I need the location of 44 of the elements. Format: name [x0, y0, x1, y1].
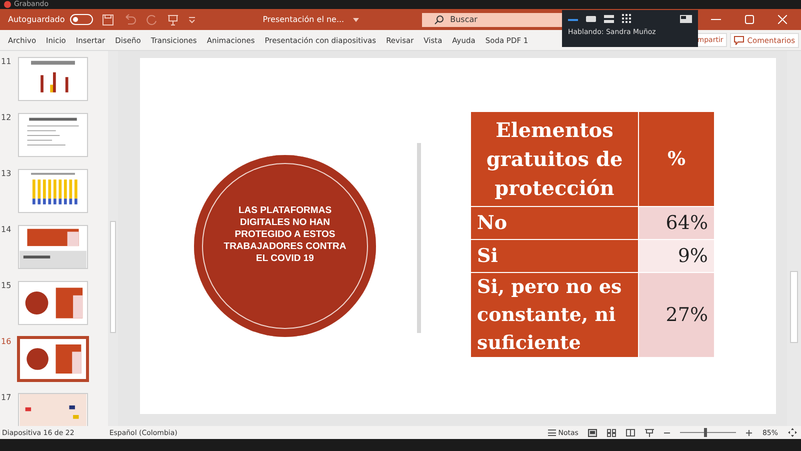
slide-number: 11 — [0, 57, 12, 66]
slide-number: 12 — [0, 113, 12, 122]
notes-icon — [548, 429, 556, 436]
zoom-out-icon[interactable] — [664, 430, 670, 436]
table-header: % — [638, 112, 714, 206]
normal-view-icon[interactable] — [588, 428, 598, 436]
customize-icon[interactable] — [188, 16, 196, 24]
table-cell: 9% — [638, 240, 714, 272]
presentation-icon[interactable] — [645, 428, 654, 436]
autosave-toggle[interactable] — [70, 14, 93, 25]
minimize-icon[interactable] — [711, 18, 721, 20]
window-layout-icon[interactable] — [680, 14, 692, 22]
compact-view-icon[interactable] — [586, 16, 596, 22]
table-cell: Si — [470, 240, 638, 272]
caret-icon[interactable] — [353, 18, 360, 22]
scrollbar[interactable] — [108, 51, 118, 426]
recording-icon — [4, 1, 11, 8]
slide-number: 13 — [0, 169, 12, 178]
document-title[interactable]: Presentación el ne... — [262, 15, 344, 24]
table-cell: Si, pero no es constante, ni suficiente — [470, 272, 638, 358]
table-cell: 64% — [638, 206, 714, 240]
table-cell: No — [470, 206, 638, 240]
slider-thumb[interactable] — [704, 428, 707, 437]
close-icon[interactable] — [778, 15, 787, 24]
book-icon[interactable] — [626, 428, 636, 436]
table-cell: 27% — [638, 272, 714, 358]
autosave-label: Autoguardado — [8, 15, 65, 24]
minimize-icon[interactable] — [568, 16, 578, 20]
table-header: Elementos gratuitos de protección — [470, 112, 638, 206]
save-icon[interactable] — [102, 14, 114, 26]
circle-text: LAS PLATAFORMAS DIGITALES NO HAN PROTEGIDO A ESTOS TRABAJADORES CONTRA EL COVID 19 — [222, 205, 348, 265]
slide-number: 14 — [0, 225, 12, 234]
search-icon — [434, 14, 444, 24]
grid-view-icon[interactable] — [607, 428, 616, 436]
zoom-in-icon[interactable] — [746, 430, 752, 436]
comment-icon — [734, 36, 744, 44]
slide-thumbnail[interactable] — [18, 337, 88, 381]
slide-number: 15 — [0, 281, 12, 290]
maximize-icon[interactable] — [745, 15, 754, 24]
slide-number: 17 — [0, 393, 12, 402]
split-view-icon[interactable] — [604, 14, 614, 22]
slide-number: 16 — [0, 337, 12, 346]
fit-slide-icon[interactable] — [788, 428, 797, 437]
grid-view-icon[interactable] — [622, 14, 631, 23]
